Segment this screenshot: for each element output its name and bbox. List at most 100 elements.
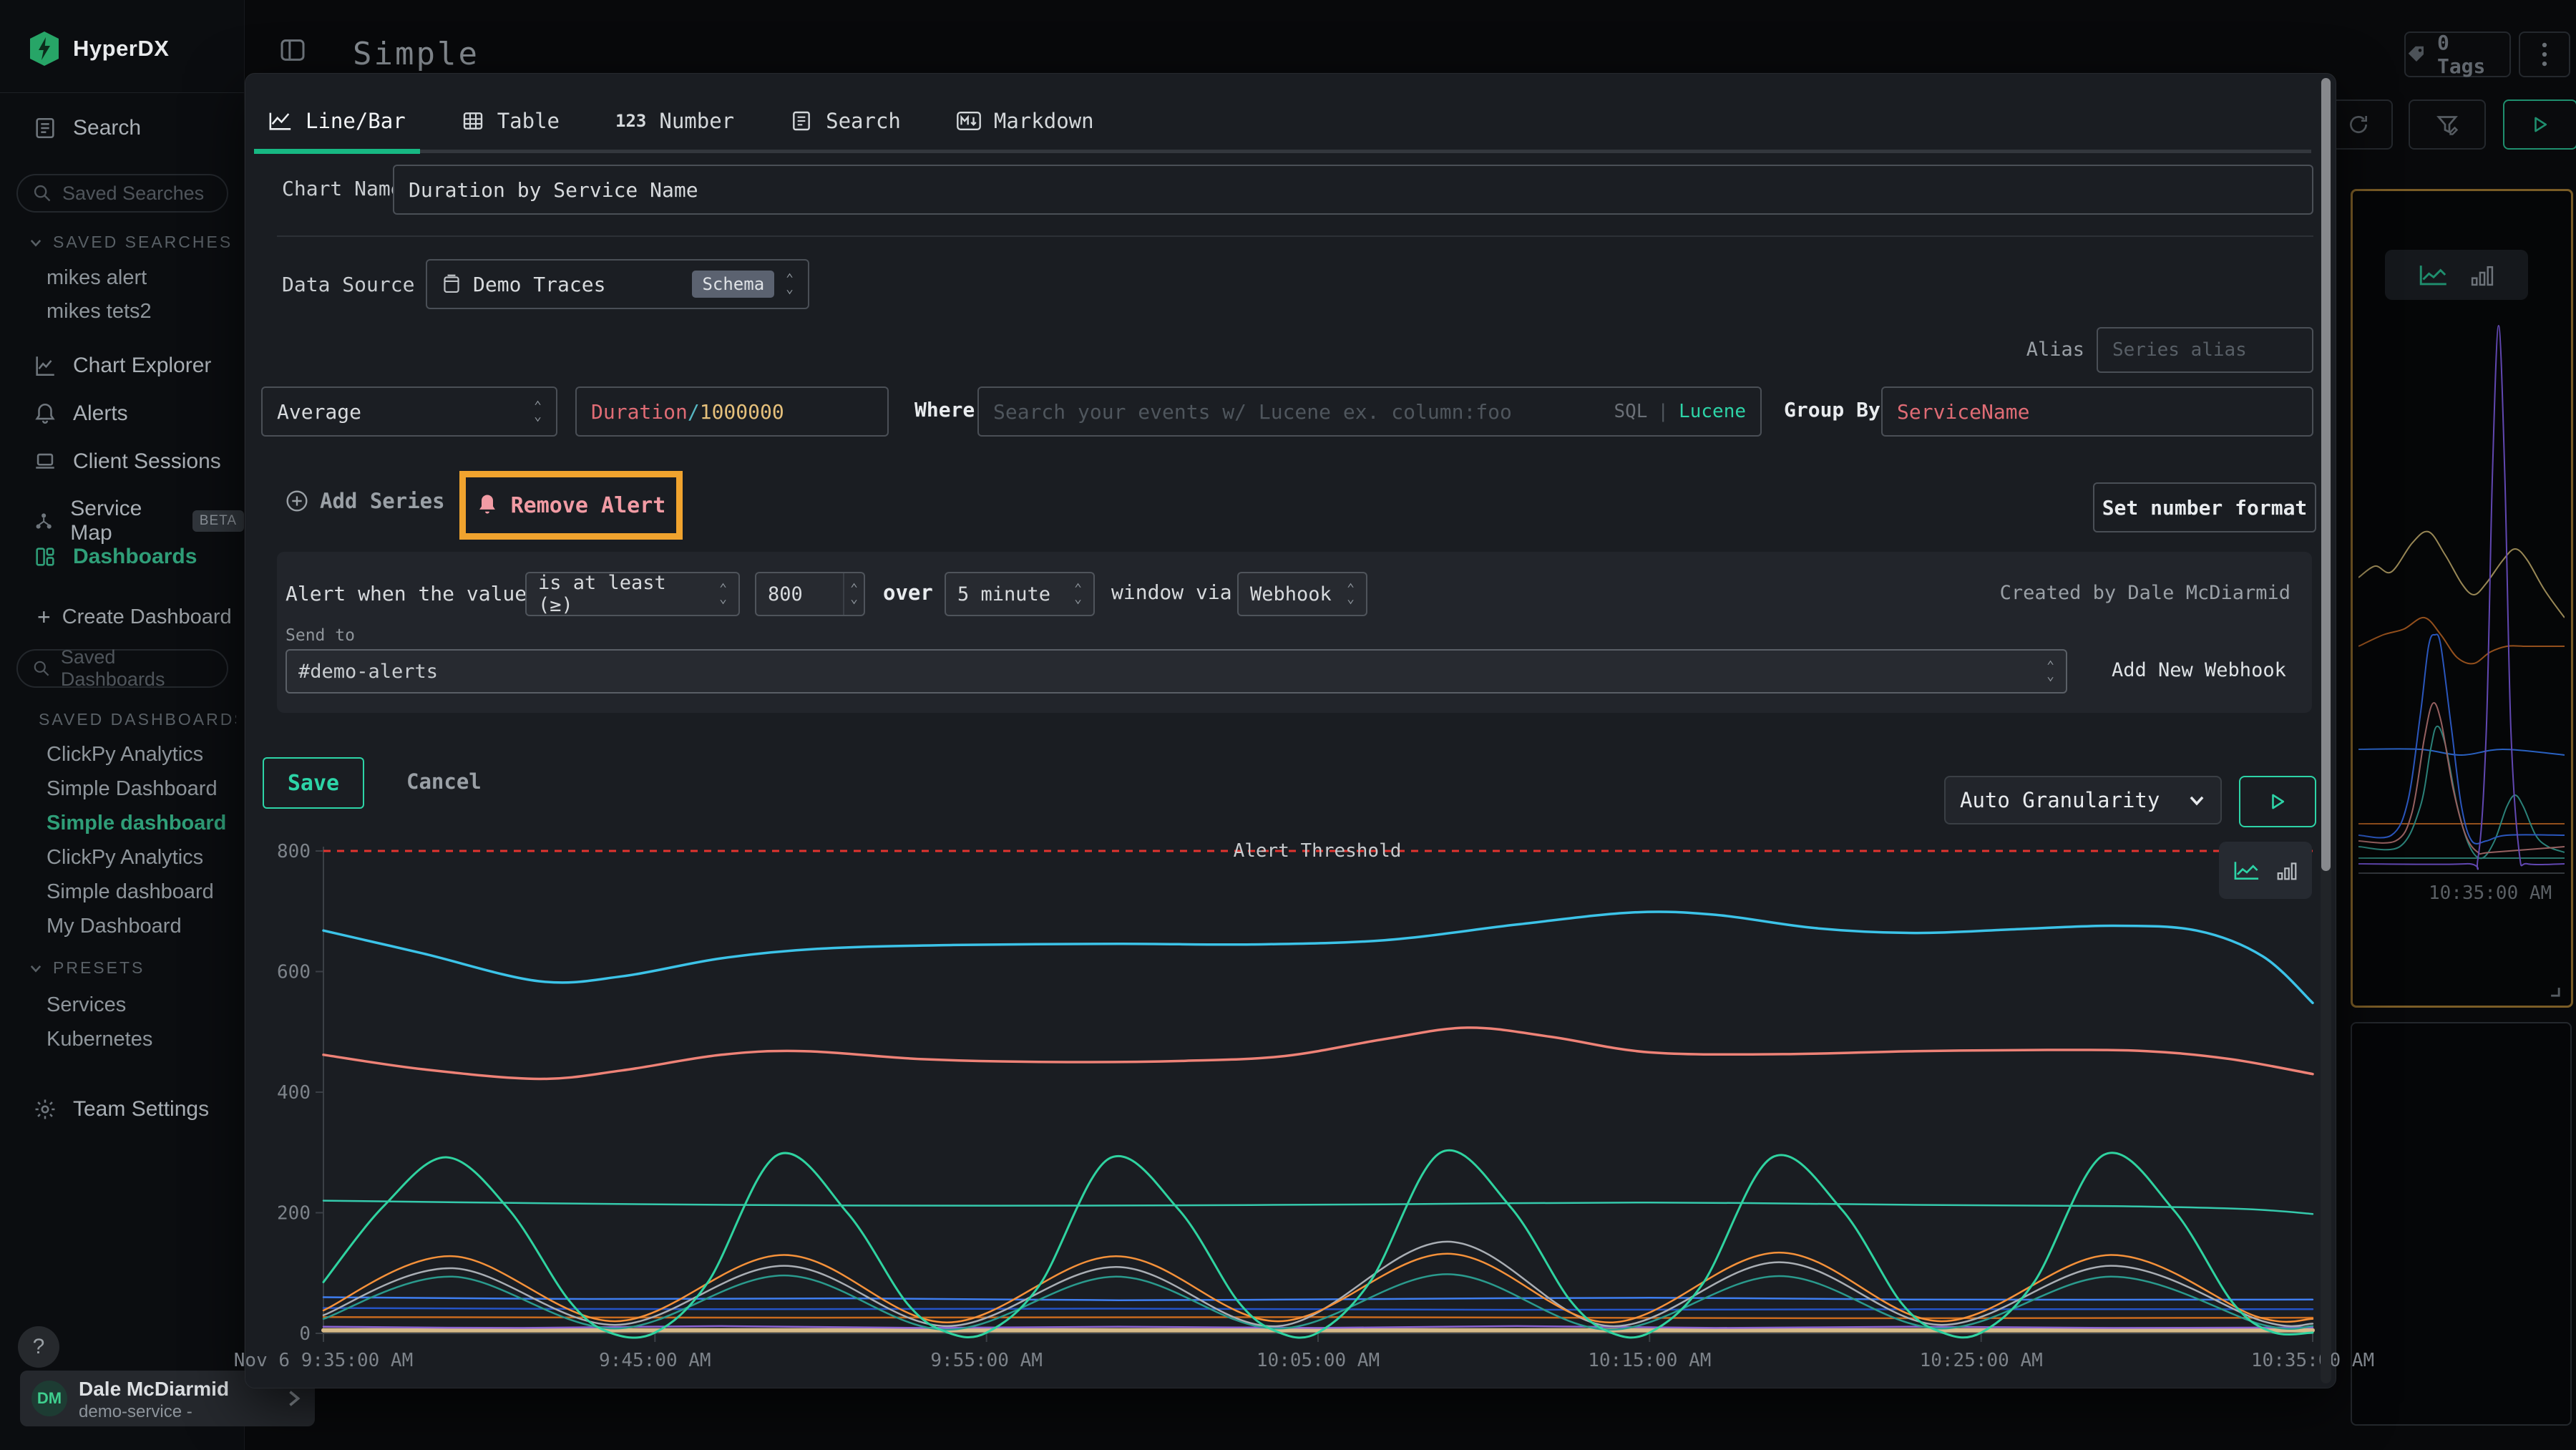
modal-scrollbar-track[interactable] xyxy=(2321,78,2331,1383)
sidebar-item-service-map[interactable]: Service Map BETA xyxy=(33,497,244,545)
preset-item[interactable]: Kubernetes xyxy=(47,1028,152,1051)
comparator-select[interactable]: is at least (≥) ⌃⌄ xyxy=(525,572,740,616)
lucene-toggle[interactable]: Lucene xyxy=(1679,401,1746,422)
tab-markdown[interactable]: Markdown xyxy=(952,92,1098,150)
data-source-select[interactable]: Demo Traces Schema ⌃⌄ xyxy=(426,259,809,309)
chevron-up-down-icon: ⌃⌄ xyxy=(719,584,727,604)
threshold-input[interactable]: 800 ⌃⌄ xyxy=(755,572,865,616)
tab-number[interactable]: 123 Number xyxy=(611,92,738,150)
svg-text:800: 800 xyxy=(277,841,311,862)
field-input[interactable]: Duration/1000000 xyxy=(575,386,889,437)
tab-label: Markdown xyxy=(994,109,1094,133)
collapse-sidebar-button[interactable] xyxy=(278,36,307,64)
chart-type-toggle-bg[interactable] xyxy=(2385,250,2528,300)
set-number-format-label: Set number format xyxy=(2102,496,2308,520)
sidebar-item-alerts[interactable]: Alerts xyxy=(33,402,128,426)
aggregation-value: Average xyxy=(277,400,361,424)
saved-dashboards-input[interactable]: Saved Dashboards xyxy=(16,649,228,688)
create-dashboard-button[interactable]: + Create Dashboard xyxy=(37,604,232,631)
chevron-down-icon xyxy=(29,235,43,250)
svg-text:9:55:00 AM: 9:55:00 AM xyxy=(930,1350,1043,1371)
number-stepper[interactable]: ⌃⌄ xyxy=(843,573,864,615)
search-icon xyxy=(32,658,51,678)
kebab-menu-icon xyxy=(2541,42,2548,67)
granularity-select[interactable]: Auto Granularity xyxy=(1944,776,2222,824)
sidebar-item-dashboards[interactable]: Dashboards xyxy=(33,545,197,569)
resize-handle-icon[interactable] xyxy=(2545,981,2560,997)
saved-dashboard-item[interactable]: ClickPy Analytics xyxy=(47,846,203,870)
sql-toggle[interactable]: SQL xyxy=(1614,401,1647,422)
chart-explorer-icon xyxy=(33,354,57,378)
sidebar-item-client-sessions[interactable]: Client Sessions xyxy=(33,449,221,474)
svg-text:9:45:00 AM: 9:45:00 AM xyxy=(599,1350,711,1371)
saved-dashboard-item[interactable]: ClickPy Analytics xyxy=(47,743,203,767)
plus-icon: + xyxy=(37,604,51,631)
saved-dashboard-item[interactable]: My Dashboard xyxy=(47,915,182,938)
section-label: PRESETS xyxy=(53,958,145,978)
sidebar-item-team-settings[interactable]: Team Settings xyxy=(33,1097,209,1121)
sidebar-item-search[interactable]: Search xyxy=(33,116,141,140)
edit-chart-modal: Line/Bar Table 123 Number Search Markdow… xyxy=(245,73,2336,1388)
more-menu-button[interactable] xyxy=(2519,31,2570,77)
saved-dashboard-item[interactable]: Simple Dashboard xyxy=(47,777,218,801)
channel-select[interactable]: Webhook ⌃⌄ xyxy=(1237,572,1367,616)
tab-search[interactable]: Search xyxy=(786,92,905,150)
saved-dashboard-item[interactable]: Simple dashboard xyxy=(47,812,226,835)
search-doc-icon xyxy=(33,116,57,140)
database-icon xyxy=(441,273,462,295)
sidebar-item-label: Dashboards xyxy=(73,545,197,569)
bar-chart-icon xyxy=(2470,263,2494,287)
aggregation-select[interactable]: Average ⌃⌄ xyxy=(261,386,557,437)
saved-dashboards-header[interactable]: SAVED DASHBOARDS xyxy=(29,710,236,729)
where-search-input[interactable]: Search your events w/ Lucene ex. column:… xyxy=(977,386,1762,437)
saved-search-item[interactable]: mikes tets2 xyxy=(47,300,152,323)
tab-label: Number xyxy=(659,109,734,133)
tab-table[interactable]: Table xyxy=(457,92,564,150)
saved-dashboard-item[interactable]: Simple dashboard xyxy=(47,880,214,904)
chart-type-tabs: Line/Bar Table 123 Number Search Markdow… xyxy=(264,92,2311,153)
group-by-input[interactable]: ServiceName xyxy=(1881,386,2313,437)
play-icon xyxy=(2531,115,2550,134)
saved-searches-input[interactable]: Saved Searches xyxy=(16,174,228,213)
remove-alert-button[interactable]: Remove Alert xyxy=(459,471,683,540)
duration-chart[interactable]: 0200400600800Nov 6 9:35:00 AM9:45:00 AM9… xyxy=(264,831,2313,1388)
modal-scrollbar-thumb[interactable] xyxy=(2321,78,2331,871)
chart-type-toggle[interactable] xyxy=(2219,842,2312,899)
threshold-value: 800 xyxy=(768,583,803,605)
bar-chart-icon xyxy=(2276,860,2298,881)
presets-header[interactable]: PRESETS xyxy=(29,958,145,978)
chart-name-input[interactable]: Duration by Service Name xyxy=(393,165,2313,215)
help-button[interactable]: ? xyxy=(18,1326,59,1368)
set-number-format-button[interactable]: Set number format xyxy=(2093,482,2316,532)
saved-searches-header[interactable]: SAVED SEARCHES xyxy=(29,233,233,252)
field-token: / xyxy=(688,400,700,424)
tags-button[interactable]: 0 Tags xyxy=(2404,31,2511,77)
save-button[interactable]: Save xyxy=(263,757,364,809)
search-icon xyxy=(32,183,52,203)
window-select[interactable]: 5 minute ⌃⌄ xyxy=(945,572,1095,616)
preset-item[interactable]: Services xyxy=(47,993,126,1017)
saved-search-item[interactable]: mikes alert xyxy=(47,266,147,290)
refresh-icon xyxy=(2347,113,2370,136)
run-chart-button[interactable] xyxy=(2239,776,2316,827)
add-series-label: Add Series xyxy=(320,489,445,513)
data-source-label: Data Source xyxy=(282,273,414,296)
run-query-button-bg[interactable] xyxy=(2503,99,2576,150)
filter-button[interactable] xyxy=(2409,99,2486,150)
line-chart-icon xyxy=(268,110,293,132)
sidebar-item-label: Service Map xyxy=(70,497,177,545)
cancel-button[interactable]: Cancel xyxy=(406,769,482,794)
create-dashboard-label: Create Dashboard xyxy=(62,605,232,629)
add-series-button[interactable]: Add Series xyxy=(286,489,445,513)
webhook-select[interactable]: #demo-alerts ⌃⌄ xyxy=(286,649,2067,694)
tab-line-bar[interactable]: Line/Bar xyxy=(264,92,410,150)
hyperdx-logo-icon xyxy=(30,31,59,66)
section-label: SAVED SEARCHES xyxy=(53,233,233,252)
saved-dashboards-placeholder: Saved Dashboards xyxy=(61,646,213,691)
bell-icon xyxy=(477,494,498,517)
add-new-webhook-button[interactable]: Add New Webhook xyxy=(2112,659,2286,681)
sidebar-item-label: Team Settings xyxy=(73,1097,209,1121)
sidebar-item-chart-explorer[interactable]: Chart Explorer xyxy=(33,354,211,378)
alias-input[interactable]: Series alias xyxy=(2097,327,2313,373)
brand[interactable]: HyperDX xyxy=(30,31,169,66)
